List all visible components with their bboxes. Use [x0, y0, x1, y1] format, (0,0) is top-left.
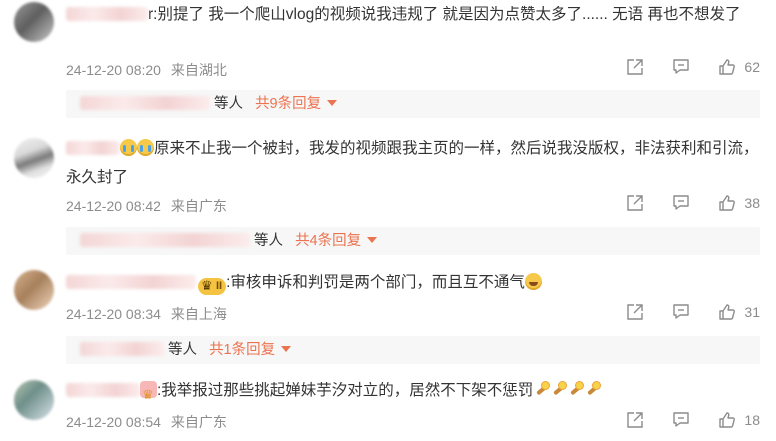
reply-username-blurred — [80, 233, 250, 247]
location: 来自湖北 — [170, 62, 227, 78]
timestamp: 24-12-20 08:42 — [66, 198, 161, 214]
like-button[interactable]: 62 — [718, 58, 760, 76]
thumbs-up-icon — [719, 412, 736, 428]
reply-username-blurred — [80, 342, 164, 356]
avatar[interactable] — [14, 138, 54, 178]
like-count: 38 — [744, 195, 760, 211]
comment-content: 别提了 我一个爬山vlog的视频说我违规了 就是因为点赞太多了...... 无语… — [157, 6, 741, 23]
avatar[interactable] — [14, 270, 54, 310]
fan-level-badge[interactable]: II — [198, 277, 227, 295]
like-count: 31 — [744, 304, 760, 320]
reply-people: 等人 — [168, 342, 198, 358]
comment-button[interactable] — [672, 303, 690, 321]
comment-text: :我举报过那些挑起婵妹芋汐对立的，居然不下架不惩罚 — [66, 376, 760, 409]
reply-people: 等人 — [214, 96, 244, 112]
comment-meta: 24-12-20 08:42 来自广东 — [66, 196, 227, 216]
thumbs-up-icon — [719, 59, 736, 75]
share-icon — [627, 412, 644, 428]
comment-text: r:别提了 我一个爬山vlog的视频说我违规了 就是因为点赞太多了...... … — [66, 0, 760, 29]
comment-actions: 62 — [598, 58, 760, 76]
comment-content: 原来不止我一个被封，我发的视频跟我主页的一样，然后说我没版权，非法获利和引流，永… — [66, 140, 759, 186]
avatar[interactable] — [14, 2, 54, 42]
comment-text: 原来不止我一个被封，我发的视频跟我主页的一样，然后说我没版权，非法获利和引流，永… — [66, 134, 760, 192]
comment-meta: 24-12-20 08:20 来自湖北 — [66, 60, 227, 80]
comment-text: II:审核申诉和判罚是两个部门，而且互不通气 — [66, 268, 760, 297]
like-count: 62 — [744, 59, 760, 75]
crying-emoji-icon — [120, 139, 137, 156]
like-button[interactable]: 31 — [718, 303, 760, 321]
thumbs-up-icon — [719, 195, 736, 211]
reply-summary[interactable]: 等人 共9条回复 — [66, 90, 760, 118]
location: 来自上海 — [170, 306, 227, 322]
avatar[interactable] — [14, 380, 54, 420]
reply-username-blurred — [80, 96, 210, 110]
comment-meta: 24-12-20 08:34 来自上海 — [66, 304, 227, 324]
crown-badge-icon — [140, 380, 157, 409]
username-blurred[interactable] — [66, 383, 140, 397]
laughing-emoji-icon — [524, 273, 542, 290]
share-button[interactable] — [626, 303, 644, 321]
location: 来自广东 — [170, 198, 227, 214]
timestamp: 24-12-20 08:20 — [66, 62, 161, 78]
comment-actions: 38 — [598, 194, 760, 212]
reply-total-link[interactable]: 共9条回复 — [255, 96, 321, 112]
timestamp: 24-12-20 08:54 — [66, 414, 161, 430]
comment-button[interactable] — [672, 58, 690, 76]
share-icon — [627, 59, 644, 75]
torch-emoji-icon — [567, 381, 584, 398]
torch-emoji-icon — [584, 381, 601, 398]
reply-summary[interactable]: 等人 共4条回复 — [66, 227, 760, 255]
like-count: 18 — [744, 412, 760, 428]
comment-meta: 24-12-20 08:54 来自广东 — [66, 412, 227, 432]
torch-emoji-icon — [550, 381, 567, 398]
comment-icon — [673, 59, 690, 74]
crying-emoji-icon — [137, 139, 154, 156]
username-blurred[interactable] — [66, 275, 196, 289]
comment-button[interactable] — [672, 194, 690, 212]
share-button[interactable] — [626, 411, 644, 429]
share-button[interactable] — [626, 58, 644, 76]
timestamp: 24-12-20 08:34 — [66, 306, 161, 322]
chevron-down-icon — [327, 100, 338, 106]
thumbs-up-icon — [719, 304, 736, 320]
reply-summary[interactable]: 等人 共1条回复 — [66, 336, 760, 364]
location: 来自广东 — [170, 414, 227, 430]
username-blurred[interactable] — [66, 141, 120, 155]
reply-people: 等人 — [254, 233, 284, 249]
comment-content: :审核申诉和判罚是两个部门，而且互不通气 — [226, 274, 525, 291]
comment-icon — [673, 412, 690, 427]
comment-actions: 31 — [598, 303, 760, 321]
reply-total-link[interactable]: 共4条回复 — [295, 233, 361, 249]
chevron-down-icon — [367, 237, 378, 243]
share-icon — [627, 195, 644, 211]
like-button[interactable]: 38 — [718, 194, 760, 212]
comment-icon — [673, 304, 690, 319]
torch-emoji-icon — [533, 381, 550, 398]
like-button[interactable]: 18 — [718, 411, 760, 429]
comment-actions: 18 — [598, 411, 760, 429]
comment-button[interactable] — [672, 411, 690, 429]
comment-content: :我举报过那些挑起婵妹芋汐对立的，居然不下架不惩罚 — [157, 382, 534, 399]
share-button[interactable] — [626, 194, 644, 212]
comment-icon — [673, 195, 690, 210]
chevron-down-icon — [281, 346, 292, 352]
share-icon — [627, 304, 644, 320]
username-blurred[interactable] — [66, 7, 148, 21]
reply-total-link[interactable]: 共1条回复 — [209, 342, 275, 358]
